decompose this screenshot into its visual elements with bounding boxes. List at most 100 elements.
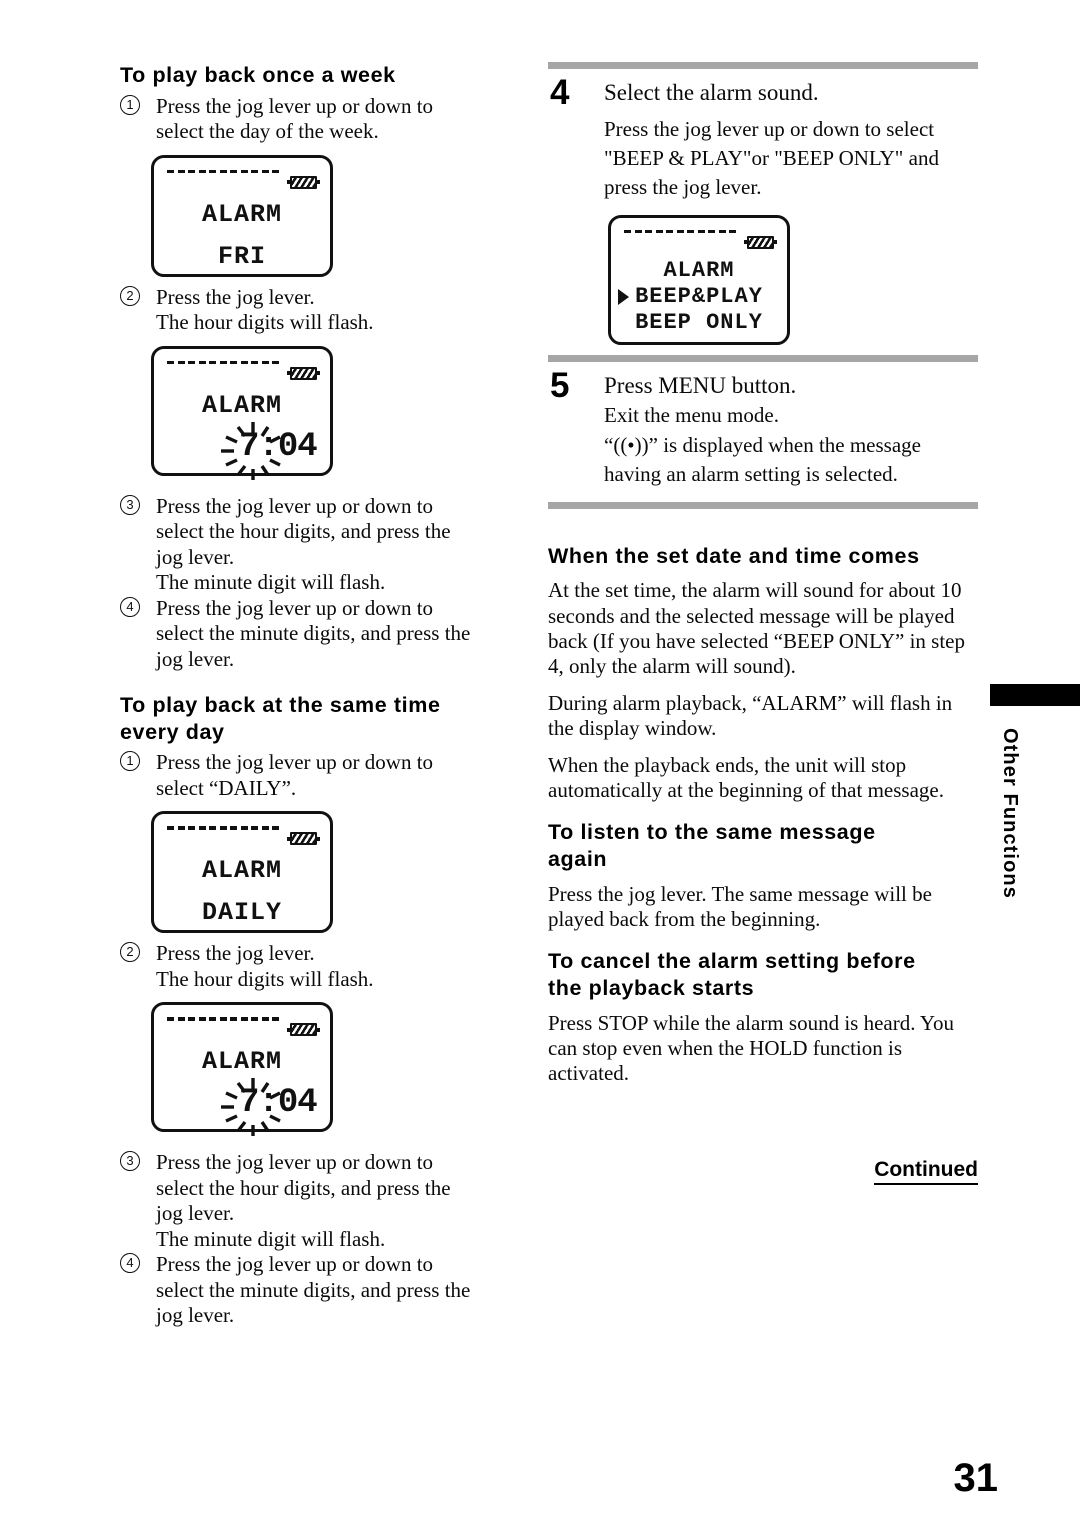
lcd-text-alarm: ALARM <box>201 390 282 420</box>
step-body-line: press the jog lever. <box>604 175 762 200</box>
step-lead-text: Press MENU button. <box>604 372 797 398</box>
battery-icon <box>287 832 320 846</box>
step-text-line: Press the jog lever up or down to <box>156 1150 434 1175</box>
lcd-text-alarm: ALARM <box>201 199 282 229</box>
lcd-time-flashing: 7:04 <box>213 420 343 480</box>
step-text-line: select the minute digits, and press the <box>156 1277 471 1302</box>
lcd-time-digits: 7:04 <box>239 427 318 466</box>
step-note: The minute digit will flash. <box>156 570 386 595</box>
step-text-line: select the minute digits, and press the <box>156 621 471 646</box>
heading-line: the playback starts <box>548 976 755 1001</box>
heading-listen-same-message-again: To listen to the same message again <box>548 819 978 873</box>
lcd-figure-alarm-sound-menu: ALARM BEEP&PLAY BEEP ONLY <box>608 214 978 345</box>
side-tab-other-functions: Other Functions <box>990 684 1080 899</box>
left-column: To play back once a week 1 Press the jog… <box>120 62 520 1329</box>
heading-play-back-same-time-every-day: To play back at the same time every day <box>120 692 520 746</box>
manual-page: To play back once a week 1 Press the jog… <box>0 0 1080 1529</box>
page-number: 31 <box>953 1456 999 1500</box>
step-text-line: select the hour digits, and press the <box>156 1175 451 1200</box>
step-body-line: Exit the menu mode. <box>604 403 779 428</box>
step-text-line: Press the jog lever up or down to <box>156 595 434 620</box>
lcd-menu-item-beep-and-play[interactable]: BEEP&PLAY <box>611 284 787 309</box>
step-text-line: Press the jog lever up or down to <box>156 493 434 518</box>
lcd-minute: 04 <box>277 427 318 466</box>
step-text-line: Press the jog lever. <box>156 941 315 966</box>
divider-rule-bottom <box>548 501 978 509</box>
lcd-screen: ALARM FRI <box>151 154 333 277</box>
step-marker-circle: 4 <box>120 596 140 617</box>
side-tab-label: Other Functions <box>999 728 1021 899</box>
step-text-line: jog lever. <box>156 1303 235 1328</box>
step-item: 2 Press the jog lever. <box>120 285 520 311</box>
step-marker-circle: 2 <box>120 942 140 963</box>
continued-label: Continued <box>874 1158 978 1185</box>
divider-rule-top <box>548 62 978 69</box>
step-text-line: Press the jog lever up or down to <box>156 750 434 775</box>
step-note: The hour digits will flash. <box>156 310 374 335</box>
heading-line: again <box>548 847 608 872</box>
step-4-block: 4 Select the alarm sound. Press the jog … <box>548 75 978 345</box>
lcd-dashed-bar <box>167 1017 279 1021</box>
step-item: 1 Press the jog lever up or down to sele… <box>120 750 520 801</box>
divider-rule-middle <box>548 354 978 362</box>
step-marker-circle: 2 <box>120 285 140 306</box>
paragraph: When the playback ends, the unit will st… <box>548 752 944 802</box>
step-item: 1 Press the jog lever up or down to sele… <box>120 94 520 145</box>
step-item: 3 Press the jog lever up or down to sele… <box>120 494 520 571</box>
step-text-line: select “DAILY”. <box>156 775 297 800</box>
step-text-line: jog lever. <box>156 646 235 671</box>
heading-line: To cancel the alarm setting before <box>548 949 916 974</box>
right-column: 4 Select the alarm sound. Press the jog … <box>548 62 978 1098</box>
heading-line: To play back at the same time <box>120 693 441 718</box>
heading-line: every day <box>120 720 225 745</box>
step-marker-circle: 1 <box>120 751 140 772</box>
paragraph: Press the jog lever. The same message wi… <box>548 881 932 931</box>
step-marker-circle: 3 <box>120 1151 140 1172</box>
step-body-line: "BEEP & PLAY"or "BEEP ONLY" and <box>604 146 939 170</box>
step-item: 3 Press the jog lever up or down to sele… <box>120 1150 520 1227</box>
heading-when-set-date-and-time-comes: When the set date and time comes <box>548 543 920 568</box>
step-marker-circle: 1 <box>120 94 140 115</box>
battery-icon <box>287 366 320 380</box>
lcd-menu-item-beep-only[interactable]: BEEP ONLY <box>611 310 787 335</box>
battery-icon <box>287 1023 320 1037</box>
heading-play-back-once-a-week: To play back once a week <box>120 63 396 87</box>
lcd-separator: : <box>258 427 278 466</box>
step-item: 2 Press the jog lever. <box>120 941 520 967</box>
lcd-minute: 04 <box>277 1084 318 1123</box>
step-note: The minute digit will flash. <box>156 1226 386 1251</box>
lcd-screen: ALARM DAILY <box>151 811 333 934</box>
lcd-text-day: FRI <box>217 241 266 271</box>
step-text-line: select the hour digits, and press the <box>156 519 451 544</box>
paragraph: Press STOP while the alarm sound is hear… <box>548 1010 954 1086</box>
lcd-text-alarm: ALARM <box>201 856 282 886</box>
side-tab-bar <box>990 684 1080 706</box>
step-number: 4 <box>550 73 570 112</box>
lcd-figure-alarm-daily: ALARM DAILY <box>151 811 520 934</box>
lcd-time-digits: 7:04 <box>239 1084 318 1123</box>
lcd-time-flashing: 7:04 <box>213 1076 343 1137</box>
battery-icon <box>287 175 320 189</box>
step-5-block: 5 Press MENU button. Exit the menu mode.… <box>548 368 978 488</box>
lcd-dashed-bar <box>624 229 736 234</box>
step-lead-text: Select the alarm sound. <box>604 80 819 105</box>
lcd-dashed-bar <box>167 826 279 830</box>
step-marker-circle: 3 <box>120 494 140 515</box>
paragraph: During alarm playback, “ALARM” will flas… <box>548 690 953 741</box>
lcd-text-alarm: ALARM <box>201 1047 282 1077</box>
lcd-figure-alarm-time: ALARM 7:04 <box>151 1002 520 1137</box>
paragraph: At the set time, the alarm will sound fo… <box>548 578 965 679</box>
battery-icon <box>744 235 777 249</box>
step-number: 5 <box>550 365 570 405</box>
lcd-text-alarm: ALARM <box>663 257 735 283</box>
step-text-line: jog lever. <box>156 544 235 569</box>
lcd-hour: 7 <box>239 1084 259 1123</box>
lcd-dashed-bar <box>167 360 279 365</box>
step-body-line: Press the jog lever up or down to select <box>604 116 935 141</box>
step-text-line: Press the jog lever up or down to <box>156 1252 434 1277</box>
step-text-line: jog lever. <box>156 1201 235 1226</box>
step-note: The hour digits will flash. <box>156 966 374 991</box>
step-text-line: Press the jog lever. <box>156 284 315 309</box>
step-item: 4 Press the jog lever up or down to sele… <box>120 596 520 673</box>
step-item: 4 Press the jog lever up or down to sele… <box>120 1252 520 1329</box>
